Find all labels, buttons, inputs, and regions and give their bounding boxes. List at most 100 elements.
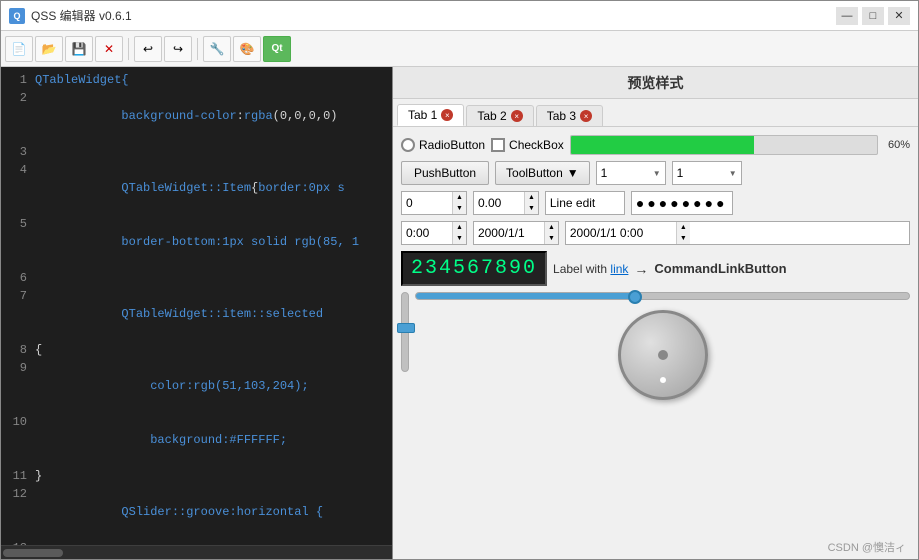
lcd-value: 234567890 bbox=[411, 257, 537, 280]
datetime-down-icon[interactable]: ▼ bbox=[677, 233, 690, 244]
link-text[interactable]: link bbox=[610, 262, 628, 276]
main-content: 1 QTableWidget{ 2 background-color:rgba(… bbox=[1, 67, 918, 559]
code-text: QTableWidget::Item{border:0px s bbox=[35, 161, 388, 215]
time-down-icon[interactable]: ▼ bbox=[453, 233, 466, 244]
vertical-slider[interactable] bbox=[401, 292, 409, 392]
preview-panel: 预览样式 Tab 1 × Tab 2 × Tab 3 × bbox=[393, 67, 918, 559]
code-editor[interactable]: 1 QTableWidget{ 2 background-color:rgba(… bbox=[1, 67, 393, 559]
close-button[interactable]: ✕ bbox=[888, 7, 910, 25]
combobox-1[interactable]: 1 ▼ bbox=[596, 161, 666, 185]
qt-button[interactable]: Qt bbox=[263, 36, 291, 62]
code-text bbox=[35, 269, 388, 287]
tab-2-label: Tab 2 bbox=[477, 109, 506, 123]
tab-2-close[interactable]: × bbox=[511, 110, 523, 122]
preview-row-1: RadioButton CheckBox 60% bbox=[401, 135, 910, 155]
spinbox-float-input[interactable]: 0.00 bbox=[474, 192, 524, 214]
time-spinbox[interactable]: ▲ ▼ bbox=[401, 221, 467, 245]
main-window: Q QSS 编辑器 v0.6.1 — □ ✕ 📄 📂 💾 ✕ ↩ ↪ 🔧 🎨 Q… bbox=[0, 0, 919, 560]
line-number: 9 bbox=[5, 359, 27, 413]
tab-1-close[interactable]: × bbox=[441, 109, 453, 121]
tab-1-label: Tab 1 bbox=[408, 108, 437, 122]
spinbox-float-down[interactable]: ▼ bbox=[525, 203, 538, 214]
code-line-3: 3 bbox=[1, 143, 392, 161]
h-slider-thumb[interactable] bbox=[628, 290, 642, 304]
tool-button[interactable]: ToolButton ▼ bbox=[495, 161, 590, 185]
time-arrows: ▲ ▼ bbox=[452, 222, 466, 244]
code-text bbox=[35, 143, 388, 161]
spinbox-float-up[interactable]: ▲ bbox=[525, 192, 538, 203]
horizontal-slider[interactable] bbox=[415, 292, 910, 300]
combo2-value: 1 bbox=[677, 166, 729, 180]
checkbox-box bbox=[491, 138, 505, 152]
datetime-input[interactable] bbox=[566, 222, 676, 244]
code-line-2: 2 background-color:rgba(0,0,0,0) bbox=[1, 89, 392, 143]
lcd-display: 234567890 bbox=[401, 251, 547, 286]
spinbox-int-up[interactable]: ▲ bbox=[453, 192, 466, 203]
preview-row-6 bbox=[401, 292, 910, 400]
code-area[interactable]: 1 QTableWidget{ 2 background-color:rgba(… bbox=[1, 67, 392, 545]
preview-row-3: 0 ▲ ▼ 0.00 ▲ ▼ Line edit bbox=[401, 191, 910, 215]
toolbar-separator-1 bbox=[128, 38, 129, 60]
line-number: 10 bbox=[5, 413, 27, 467]
progress-bar bbox=[570, 135, 878, 155]
horizontal-scrollbar[interactable] bbox=[1, 545, 392, 559]
date-up-icon[interactable]: ▲ bbox=[545, 222, 558, 233]
combobox-2[interactable]: 1 ▼ bbox=[672, 161, 742, 185]
h-slider-track bbox=[415, 292, 910, 300]
open-button[interactable]: 📂 bbox=[35, 36, 63, 62]
radio-button[interactable]: RadioButton bbox=[401, 138, 485, 152]
spinbox-int-input[interactable]: 0 bbox=[402, 192, 452, 214]
push-button[interactable]: PushButton bbox=[401, 161, 489, 185]
close-file-button[interactable]: ✕ bbox=[95, 36, 123, 62]
tab-3[interactable]: Tab 3 × bbox=[536, 105, 603, 126]
radio-circle bbox=[401, 138, 415, 152]
command-link-button[interactable]: CommandLinkButton bbox=[654, 261, 786, 276]
preview-header: 预览样式 bbox=[393, 67, 918, 99]
date-input[interactable] bbox=[474, 222, 544, 244]
time-input[interactable] bbox=[402, 222, 452, 244]
datetime-spinbox[interactable]: ▲ ▼ bbox=[565, 221, 910, 245]
line-number: 3 bbox=[5, 143, 27, 161]
settings-button[interactable]: 🔧 bbox=[203, 36, 231, 62]
datetime-up-icon[interactable]: ▲ bbox=[677, 222, 690, 233]
save-button[interactable]: 💾 bbox=[65, 36, 93, 62]
password-field[interactable]: ●●●●●●●● bbox=[631, 191, 733, 215]
v-slider-thumb[interactable] bbox=[397, 323, 415, 333]
line-edit[interactable]: Line edit bbox=[545, 191, 625, 215]
progress-label: 60% bbox=[888, 139, 910, 151]
dial-knob[interactable] bbox=[618, 310, 708, 400]
title-bar: Q QSS 编辑器 v0.6.1 — □ ✕ bbox=[1, 1, 918, 31]
tab-1[interactable]: Tab 1 × bbox=[397, 104, 464, 126]
maximize-button[interactable]: □ bbox=[862, 7, 884, 25]
tab-3-close[interactable]: × bbox=[580, 110, 592, 122]
scroll-thumb-x[interactable] bbox=[3, 549, 63, 557]
time-up-icon[interactable]: ▲ bbox=[453, 222, 466, 233]
palette-button[interactable]: 🎨 bbox=[233, 36, 261, 62]
checkbox[interactable]: CheckBox bbox=[491, 138, 564, 152]
password-dots: ●●●●●●●● bbox=[636, 195, 728, 211]
undo-button[interactable]: ↩ bbox=[134, 36, 162, 62]
spinbox-int-arrows: ▲ ▼ bbox=[452, 192, 466, 214]
code-text: QTableWidget{ bbox=[35, 71, 388, 89]
code-text: QTableWidget::item::selected bbox=[35, 287, 388, 341]
toolbar-separator-2 bbox=[197, 38, 198, 60]
preview-row-4: ▲ ▼ ▲ ▼ ▲ bbox=[401, 221, 910, 245]
label-with-link: Label with link bbox=[553, 262, 628, 276]
tab-3-label: Tab 3 bbox=[547, 109, 576, 123]
h-slider-knob-area bbox=[415, 292, 910, 400]
date-down-icon[interactable]: ▼ bbox=[545, 233, 558, 244]
code-text: border-bottom:1px solid rgb(85, 1 bbox=[35, 215, 388, 269]
spinbox-int[interactable]: 0 ▲ ▼ bbox=[401, 191, 467, 215]
date-spinbox[interactable]: ▲ ▼ bbox=[473, 221, 559, 245]
spinbox-int-down[interactable]: ▼ bbox=[453, 203, 466, 214]
app-icon: Q bbox=[9, 8, 25, 24]
tab-2[interactable]: Tab 2 × bbox=[466, 105, 533, 126]
spinbox-float[interactable]: 0.00 ▲ ▼ bbox=[473, 191, 539, 215]
label-text: Label with bbox=[553, 262, 610, 276]
redo-button[interactable]: ↪ bbox=[164, 36, 192, 62]
preview-row-2: PushButton ToolButton ▼ 1 ▼ 1 ▼ bbox=[401, 161, 910, 185]
new-button[interactable]: 📄 bbox=[5, 36, 33, 62]
code-line-11: 11 } bbox=[1, 467, 392, 485]
line-edit-value: Line edit bbox=[550, 196, 595, 210]
minimize-button[interactable]: — bbox=[836, 7, 858, 25]
